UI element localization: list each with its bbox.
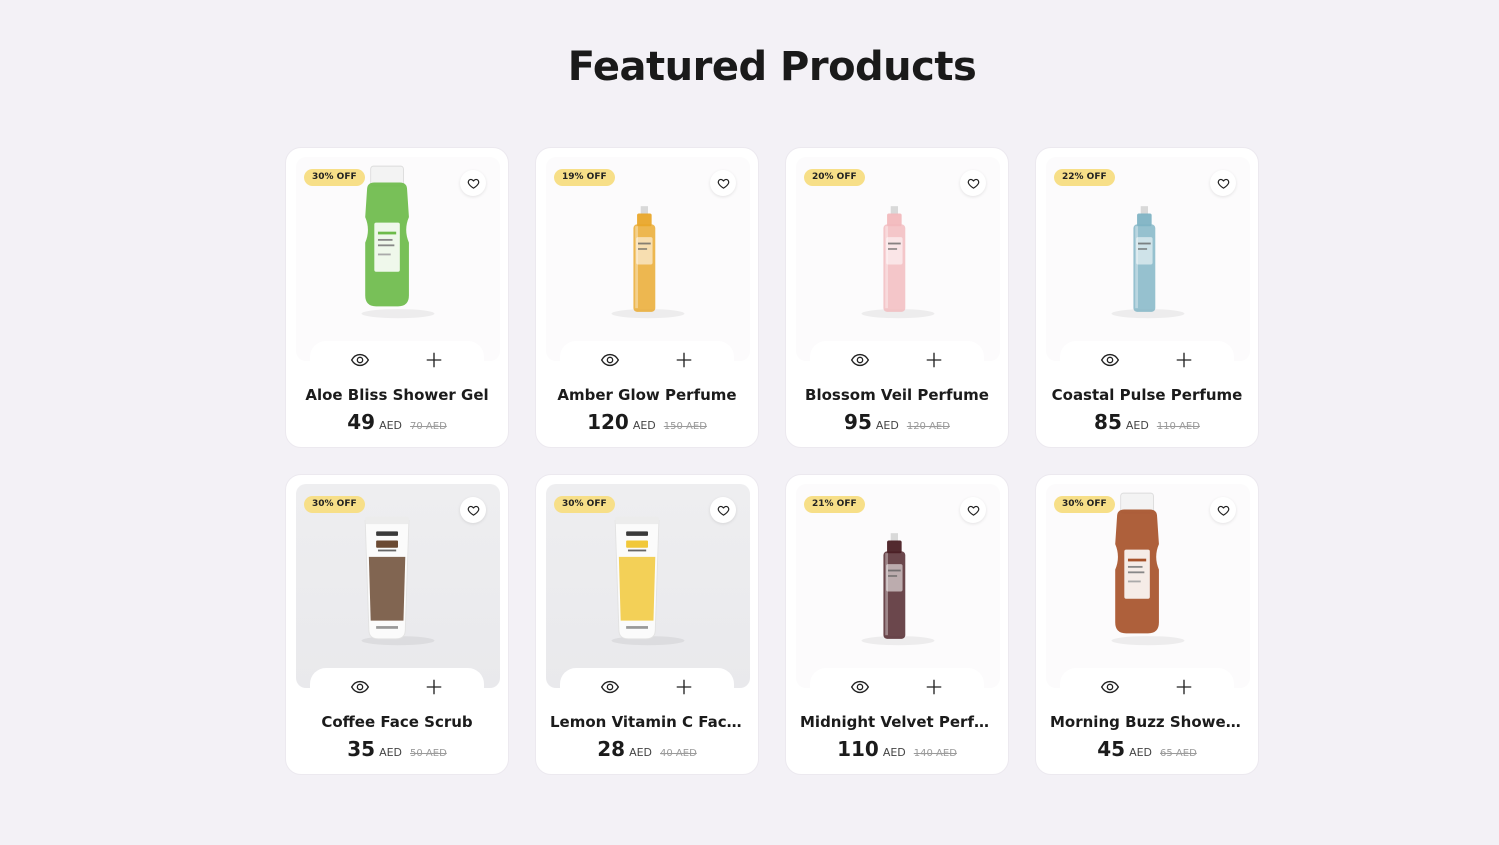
product-name[interactable]: Midnight Velvet Perfu... [800, 713, 994, 731]
product-actions [310, 668, 484, 706]
product-card[interactable]: 30% OFF Coffee Face Scrub 35 AED 50 AED [285, 474, 509, 775]
discount-badge: 19% OFF [554, 169, 615, 186]
heart-icon[interactable] [710, 497, 736, 523]
eye-icon[interactable] [1098, 675, 1122, 699]
product-card[interactable]: 30% OFF Lemon Vitamin C Face ... 28 AED 40 A… [535, 474, 759, 775]
product-actions [1060, 341, 1234, 379]
eye-icon[interactable] [848, 675, 872, 699]
heart-icon[interactable] [710, 170, 736, 196]
price-amount: 45 [1097, 737, 1126, 761]
price-currency: AED [632, 419, 656, 432]
plus-icon[interactable] [922, 675, 946, 699]
eye-icon[interactable] [1098, 348, 1122, 372]
price-amount: 49 [347, 410, 376, 434]
discount-badge: 21% OFF [804, 496, 865, 513]
eye-icon[interactable] [848, 348, 872, 372]
plus-icon[interactable] [672, 348, 696, 372]
product-card[interactable]: 20% OFF Blossom Veil Perfume 95 AED 120 AED [785, 147, 1009, 448]
product-actions [810, 341, 984, 379]
price-currency: AED [629, 746, 653, 759]
discount-badge: 30% OFF [554, 496, 615, 513]
heart-icon[interactable] [960, 497, 986, 523]
price-currency: AED [1129, 746, 1153, 759]
plus-icon[interactable] [1172, 675, 1196, 699]
heart-icon[interactable] [460, 170, 486, 196]
price-amount: 85 [1094, 410, 1122, 434]
product-name[interactable]: Coastal Pulse Perfume [1050, 386, 1244, 404]
product-name[interactable]: Morning Buzz Shower ... [1050, 713, 1244, 731]
product-card[interactable]: 22% OFF Coastal Pulse Perfume 85 AED 110 AED [1035, 147, 1259, 448]
old-price: 40 AED [660, 748, 697, 759]
heart-icon[interactable] [1210, 170, 1236, 196]
plus-icon[interactable] [672, 675, 696, 699]
product-name[interactable]: Aloe Bliss Shower Gel [300, 386, 494, 404]
product-name[interactable]: Blossom Veil Perfume [800, 386, 994, 404]
eye-icon[interactable] [598, 348, 622, 372]
price-currency: AED [1125, 419, 1149, 432]
old-price: 70 AED [410, 421, 447, 432]
price-amount: 110 [837, 737, 879, 761]
product-price: 120 AED 150 AED [536, 410, 758, 434]
plus-icon[interactable] [422, 348, 446, 372]
plus-icon[interactable] [922, 348, 946, 372]
product-card[interactable]: 30% OFF Morning Buzz Shower ... 45 AED 65 AE… [1035, 474, 1259, 775]
eye-icon[interactable] [348, 348, 372, 372]
price-amount: 95 [844, 410, 872, 434]
price-amount: 28 [597, 737, 626, 761]
price-currency: AED [875, 419, 899, 432]
product-price: 28 AED 40 AED [536, 737, 758, 761]
product-name[interactable]: Lemon Vitamin C Face ... [550, 713, 744, 731]
product-actions [1060, 668, 1234, 706]
price-amount: 120 [587, 410, 629, 434]
old-price: 140 AED [913, 748, 957, 759]
old-price: 120 AED [906, 421, 950, 432]
product-actions [310, 341, 484, 379]
product-name[interactable]: Coffee Face Scrub [300, 713, 494, 731]
plus-icon[interactable] [422, 675, 446, 699]
discount-badge: 30% OFF [304, 496, 365, 513]
product-actions [810, 668, 984, 706]
product-price: 110 AED 140 AED [786, 737, 1008, 761]
old-price: 150 AED [663, 421, 707, 432]
section-title: Featured Products [567, 44, 977, 90]
eye-icon[interactable] [598, 675, 622, 699]
product-price: 35 AED 50 AED [286, 737, 508, 761]
price-amount: 35 [347, 737, 376, 761]
product-actions [560, 668, 734, 706]
discount-badge: 30% OFF [304, 169, 365, 186]
heart-icon[interactable] [1210, 497, 1236, 523]
price-currency: AED [882, 746, 906, 759]
product-price: 85 AED 110 AED [1036, 410, 1258, 434]
product-card[interactable]: 30% OFF Aloe Bliss Shower Gel 49 AED 70 AED [285, 147, 509, 448]
eye-icon[interactable] [348, 675, 372, 699]
discount-badge: 30% OFF [1054, 496, 1115, 513]
old-price: 110 AED [1156, 421, 1200, 432]
product-card[interactable]: 21% OFF Midnight Velvet Perfu... 110 AED 140… [785, 474, 1009, 775]
product-card[interactable]: 19% OFF Amber Glow Perfume 120 AED 150 AED [535, 147, 759, 448]
product-price: 95 AED 120 AED [786, 410, 1008, 434]
product-price: 45 AED 65 AED [1036, 737, 1258, 761]
product-actions [560, 341, 734, 379]
plus-icon[interactable] [1172, 348, 1196, 372]
heart-icon[interactable] [460, 497, 486, 523]
heart-icon[interactable] [960, 170, 986, 196]
product-name[interactable]: Amber Glow Perfume [550, 386, 744, 404]
product-grid: 30% OFF Aloe Bliss Shower Gel 49 AED 70 AED 1… [285, 147, 1259, 775]
old-price: 65 AED [1160, 748, 1197, 759]
product-price: 49 AED 70 AED [286, 410, 508, 434]
price-currency: AED [379, 746, 403, 759]
old-price: 50 AED [410, 748, 447, 759]
price-currency: AED [379, 419, 403, 432]
discount-badge: 22% OFF [1054, 169, 1115, 186]
discount-badge: 20% OFF [804, 169, 865, 186]
